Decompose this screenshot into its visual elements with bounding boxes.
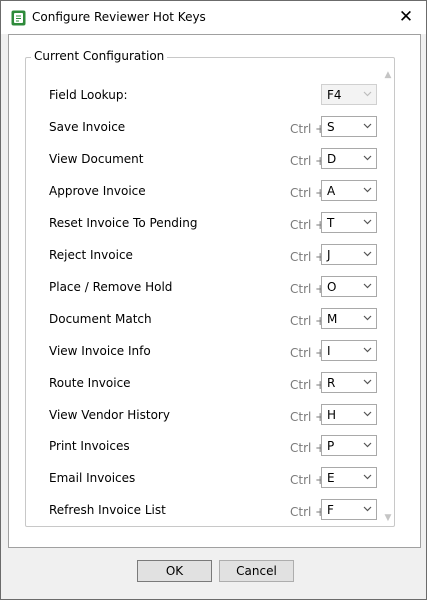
chevron-down-icon xyxy=(363,91,372,97)
dialog-body: ▲ ▼ Current Configuration Field Lookup: … xyxy=(8,34,421,548)
hotkey-select-approve-invoice[interactable]: A xyxy=(321,180,377,201)
hotkey-label: Reset Invoice To Pending xyxy=(49,216,198,230)
hotkey-select-save-invoice[interactable]: S xyxy=(321,116,377,137)
dialog-window: Configure Reviewer Hot Keys ✕ ▲ ▼ Curren… xyxy=(0,0,427,600)
hotkey-row-field-lookup: Field Lookup: F4 xyxy=(32,84,377,108)
title-bar[interactable]: Configure Reviewer Hot Keys ✕ xyxy=(1,1,426,34)
hotkey-label: View Vendor History xyxy=(49,408,170,422)
chevron-down-icon xyxy=(363,506,372,512)
modifier-label: Ctrl + xyxy=(290,218,326,232)
hotkey-value: M xyxy=(327,312,338,326)
hotkey-label: Approve Invoice xyxy=(49,184,146,198)
hotkey-value: F4 xyxy=(327,88,342,102)
hotkey-row-document-match: Document Match Ctrl + M xyxy=(32,308,377,332)
hotkey-row-route-invoice: Route Invoice Ctrl + R xyxy=(32,372,377,396)
hotkey-value: H xyxy=(327,408,337,422)
modifier-label: Ctrl + xyxy=(290,314,326,328)
hotkey-select-email-invoices[interactable]: E xyxy=(321,467,377,488)
cancel-button[interactable]: Cancel xyxy=(219,560,294,582)
hotkey-row-email-invoices: Email Invoices Ctrl + E xyxy=(32,467,377,491)
hotkey-value: A xyxy=(327,184,336,198)
chevron-down-icon xyxy=(363,219,372,225)
chevron-down-icon xyxy=(363,411,372,417)
chevron-down-icon xyxy=(363,347,372,353)
hotkey-label: Email Invoices xyxy=(49,471,136,485)
hotkey-row-reset-invoice: Reset Invoice To Pending Ctrl + T xyxy=(32,212,377,236)
hotkey-row-refresh-invoice-list: Refresh Invoice List Ctrl + F xyxy=(32,499,377,523)
modifier-label: Ctrl + xyxy=(290,250,326,264)
modifier-label: Ctrl + xyxy=(290,378,326,392)
modifier-label: Ctrl + xyxy=(290,505,326,519)
hotkey-value: F xyxy=(327,503,334,517)
hotkey-value: J xyxy=(327,248,331,262)
hotkey-value: I xyxy=(327,344,331,358)
hotkey-value: P xyxy=(327,439,335,453)
modifier-label: Ctrl + xyxy=(290,186,326,200)
hotkey-label: View Document xyxy=(49,152,144,166)
modifier-label: Ctrl + xyxy=(290,154,326,168)
modifier-label: Ctrl + xyxy=(290,441,326,455)
chevron-down-icon xyxy=(363,442,372,448)
hotkey-select-route-invoice[interactable]: R xyxy=(321,372,377,393)
chevron-down-icon xyxy=(363,187,372,193)
hotkey-select-view-document[interactable]: D xyxy=(321,148,377,169)
close-icon[interactable]: ✕ xyxy=(386,1,426,34)
hotkey-label: Field Lookup: xyxy=(49,88,128,102)
app-icon xyxy=(11,10,26,26)
group-title: Current Configuration xyxy=(31,49,168,63)
hotkey-select-document-match[interactable]: M xyxy=(321,308,377,329)
hotkey-value: D xyxy=(327,152,337,166)
hotkey-row-print-invoices: Print Invoices Ctrl + P xyxy=(32,435,377,459)
hotkey-row-save-invoice: Save Invoice Ctrl + S xyxy=(32,116,377,140)
hotkey-select-print-invoices[interactable]: P xyxy=(321,435,377,456)
scroll-up-icon[interactable]: ▲ xyxy=(381,70,395,80)
modifier-label: Ctrl + xyxy=(290,122,326,136)
hotkey-row-view-invoice-info: View Invoice Info Ctrl + I xyxy=(32,340,377,364)
hotkey-select-reset-invoice[interactable]: T xyxy=(321,212,377,233)
vertical-scrollbar[interactable]: ▲ ▼ xyxy=(381,68,395,523)
modifier-label: Ctrl + xyxy=(290,282,326,296)
hotkey-label: Refresh Invoice List xyxy=(49,503,166,517)
hotkey-label: Reject Invoice xyxy=(49,248,133,262)
hotkey-label: Save Invoice xyxy=(49,120,126,134)
chevron-down-icon xyxy=(363,474,372,480)
chevron-down-icon xyxy=(363,155,372,161)
hotkey-select-place-remove-hold[interactable]: O xyxy=(321,276,377,297)
hotkey-label: Route Invoice xyxy=(49,376,131,390)
chevron-down-icon xyxy=(363,123,372,129)
hotkey-select-view-invoice-info[interactable]: I xyxy=(321,340,377,361)
hotkey-value: R xyxy=(327,376,336,390)
modifier-label: Ctrl + xyxy=(290,473,326,487)
chevron-down-icon xyxy=(363,315,372,321)
modifier-label: Ctrl + xyxy=(290,410,326,424)
hotkey-label: Place / Remove Hold xyxy=(49,280,173,294)
hotkey-row-view-document: View Document Ctrl + D xyxy=(32,148,377,172)
hotkey-value: E xyxy=(327,471,335,485)
chevron-down-icon xyxy=(363,283,372,289)
hotkey-label: View Invoice Info xyxy=(49,344,151,358)
hotkey-row-approve-invoice: Approve Invoice Ctrl + A xyxy=(32,180,377,204)
chevron-down-icon xyxy=(363,251,372,257)
hotkey-label: Document Match xyxy=(49,312,152,326)
modifier-label: Ctrl + xyxy=(290,346,326,360)
hotkey-row-place-remove-hold: Place / Remove Hold Ctrl + O xyxy=(32,276,377,300)
hotkey-select-field-lookup[interactable]: F4 xyxy=(321,84,377,105)
hotkey-value: S xyxy=(327,120,335,134)
hotkey-value: T xyxy=(327,216,335,230)
hotkey-select-view-vendor-history[interactable]: H xyxy=(321,404,377,425)
hotkey-label: Print Invoices xyxy=(49,439,130,453)
hotkey-row-view-vendor-history: View Vendor History Ctrl + H xyxy=(32,404,377,428)
hotkey-select-refresh-invoice-list[interactable]: F xyxy=(321,499,377,520)
hotkey-select-reject-invoice[interactable]: J xyxy=(321,244,377,265)
scroll-down-icon[interactable]: ▼ xyxy=(381,513,395,523)
chevron-down-icon xyxy=(363,379,372,385)
hotkey-row-reject-invoice: Reject Invoice Ctrl + J xyxy=(32,244,377,268)
window-title: Configure Reviewer Hot Keys xyxy=(32,10,206,24)
ok-button[interactable]: OK xyxy=(137,560,212,582)
hotkey-value: O xyxy=(327,280,337,294)
